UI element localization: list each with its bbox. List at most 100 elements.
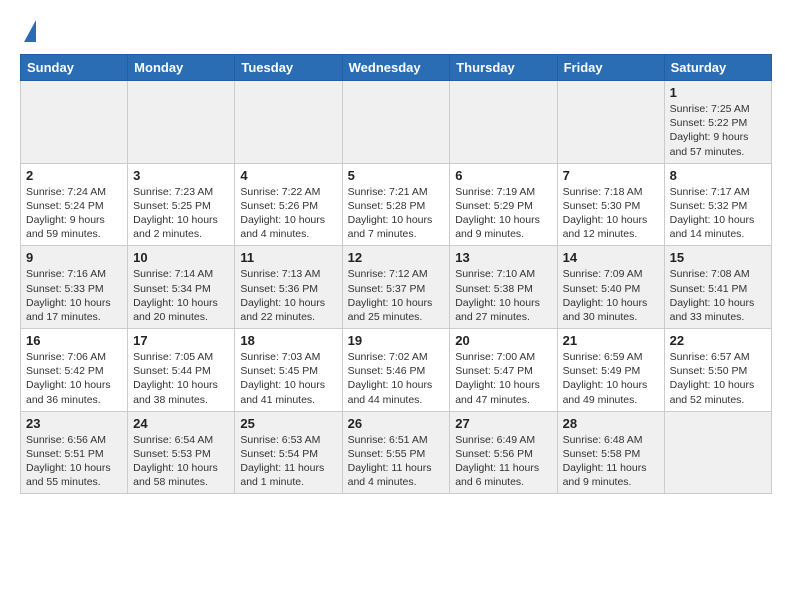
col-header-tuesday: Tuesday	[235, 55, 342, 81]
col-header-saturday: Saturday	[664, 55, 771, 81]
col-header-friday: Friday	[557, 55, 664, 81]
calendar-cell: 2Sunrise: 7:24 AM Sunset: 5:24 PM Daylig…	[21, 163, 128, 246]
day-info: Sunrise: 6:51 AM Sunset: 5:55 PM Dayligh…	[348, 433, 445, 490]
col-header-sunday: Sunday	[21, 55, 128, 81]
col-header-monday: Monday	[128, 55, 235, 81]
calendar-cell: 4 Sunrise: 7:22 AM Sunset: 5:26 PM Daylig…	[235, 163, 342, 246]
calendar-cell	[450, 81, 557, 164]
calendar-cell: 10 Sunrise: 7:14 AM Sunset: 5:34 PM Dayli…	[128, 246, 235, 329]
day-info: Sunrise: 7:09 AM Sunset: 5:40 PM Dayligh…	[563, 267, 659, 324]
col-header-thursday: Thursday	[450, 55, 557, 81]
calendar-cell: 7 Sunrise: 7:18 AM Sunset: 5:30 PM Daylig…	[557, 163, 664, 246]
day-info: Sunrise: 7:05 AM Sunset: 5:44 PM Dayligh…	[133, 350, 229, 407]
calendar-cell: 1 Sunrise: 7:25 AM Sunset: 5:22 PM Daylig…	[664, 81, 771, 164]
calendar-cell: 26 Sunrise: 6:51 AM Sunset: 5:55 PM Dayli…	[342, 411, 450, 494]
logo-triangle-icon	[24, 20, 36, 42]
day-number: 6	[455, 168, 551, 183]
calendar-cell: 20 Sunrise: 7:00 AM Sunset: 5:47 PM Dayli…	[450, 329, 557, 412]
day-number: 26	[348, 416, 445, 431]
day-info: Sunrise: 7:25 AM Sunset: 5:22 PM Dayligh…	[670, 102, 766, 159]
calendar-week-row: 23Sunrise: 6:56 AM Sunset: 5:51 PM Dayli…	[21, 411, 772, 494]
calendar-cell	[664, 411, 771, 494]
day-number: 14	[563, 250, 659, 265]
day-info: Sunrise: 7:16 AM Sunset: 5:33 PM Dayligh…	[26, 267, 122, 324]
calendar-week-row: 1 Sunrise: 7:25 AM Sunset: 5:22 PM Daylig…	[21, 81, 772, 164]
day-info: Sunrise: 7:13 AM Sunset: 5:36 PM Dayligh…	[240, 267, 336, 324]
day-info: Sunrise: 6:54 AM Sunset: 5:53 PM Dayligh…	[133, 433, 229, 490]
day-number: 21	[563, 333, 659, 348]
calendar-table: SundayMondayTuesdayWednesdayThursdayFrid…	[20, 54, 772, 494]
day-number: 3	[133, 168, 229, 183]
calendar-cell: 17 Sunrise: 7:05 AM Sunset: 5:44 PM Dayli…	[128, 329, 235, 412]
logo	[20, 18, 36, 42]
col-header-wednesday: Wednesday	[342, 55, 450, 81]
day-info: Sunrise: 7:00 AM Sunset: 5:47 PM Dayligh…	[455, 350, 551, 407]
calendar-week-row: 2Sunrise: 7:24 AM Sunset: 5:24 PM Daylig…	[21, 163, 772, 246]
day-number: 16	[26, 333, 122, 348]
day-number: 11	[240, 250, 336, 265]
calendar-cell: 25 Sunrise: 6:53 AM Sunset: 5:54 PM Dayli…	[235, 411, 342, 494]
day-info: Sunrise: 7:18 AM Sunset: 5:30 PM Dayligh…	[563, 185, 659, 242]
calendar-cell	[342, 81, 450, 164]
calendar-cell: 24 Sunrise: 6:54 AM Sunset: 5:53 PM Dayli…	[128, 411, 235, 494]
day-number: 28	[563, 416, 659, 431]
day-info: Sunrise: 7:03 AM Sunset: 5:45 PM Dayligh…	[240, 350, 336, 407]
day-info: Sunrise: 7:02 AM Sunset: 5:46 PM Dayligh…	[348, 350, 445, 407]
day-info: Sunrise: 7:23 AM Sunset: 5:25 PM Dayligh…	[133, 185, 229, 242]
calendar-cell: 19 Sunrise: 7:02 AM Sunset: 5:46 PM Dayli…	[342, 329, 450, 412]
day-number: 23	[26, 416, 122, 431]
day-info: Sunrise: 7:14 AM Sunset: 5:34 PM Dayligh…	[133, 267, 229, 324]
calendar-cell: 15 Sunrise: 7:08 AM Sunset: 5:41 PM Dayli…	[664, 246, 771, 329]
day-info: Sunrise: 6:48 AM Sunset: 5:58 PM Dayligh…	[563, 433, 659, 490]
calendar-cell: 9 Sunrise: 7:16 AM Sunset: 5:33 PM Daylig…	[21, 246, 128, 329]
day-number: 15	[670, 250, 766, 265]
calendar-page: SundayMondayTuesdayWednesdayThursdayFrid…	[0, 0, 792, 504]
day-number: 19	[348, 333, 445, 348]
calendar-cell: 27Sunrise: 6:49 AM Sunset: 5:56 PM Dayli…	[450, 411, 557, 494]
calendar-cell: 14 Sunrise: 7:09 AM Sunset: 5:40 PM Dayli…	[557, 246, 664, 329]
calendar-cell: 6Sunrise: 7:19 AM Sunset: 5:29 PM Daylig…	[450, 163, 557, 246]
calendar-cell: 18Sunrise: 7:03 AM Sunset: 5:45 PM Dayli…	[235, 329, 342, 412]
calendar-cell	[557, 81, 664, 164]
day-number: 10	[133, 250, 229, 265]
day-info: Sunrise: 7:24 AM Sunset: 5:24 PM Dayligh…	[26, 185, 122, 242]
day-number: 12	[348, 250, 445, 265]
day-number: 7	[563, 168, 659, 183]
calendar-cell: 21 Sunrise: 6:59 AM Sunset: 5:49 PM Dayli…	[557, 329, 664, 412]
day-info: Sunrise: 7:21 AM Sunset: 5:28 PM Dayligh…	[348, 185, 445, 242]
calendar-cell: 11 Sunrise: 7:13 AM Sunset: 5:36 PM Dayli…	[235, 246, 342, 329]
calendar-cell: 12 Sunrise: 7:12 AM Sunset: 5:37 PM Dayli…	[342, 246, 450, 329]
header	[20, 18, 772, 42]
calendar-cell: 23Sunrise: 6:56 AM Sunset: 5:51 PM Dayli…	[21, 411, 128, 494]
calendar-cell: 8 Sunrise: 7:17 AM Sunset: 5:32 PM Daylig…	[664, 163, 771, 246]
day-info: Sunrise: 6:57 AM Sunset: 5:50 PM Dayligh…	[670, 350, 766, 407]
day-info: Sunrise: 6:59 AM Sunset: 5:49 PM Dayligh…	[563, 350, 659, 407]
day-number: 20	[455, 333, 551, 348]
calendar-week-row: 9 Sunrise: 7:16 AM Sunset: 5:33 PM Daylig…	[21, 246, 772, 329]
calendar-cell: 22Sunrise: 6:57 AM Sunset: 5:50 PM Dayli…	[664, 329, 771, 412]
calendar-cell: 5 Sunrise: 7:21 AM Sunset: 5:28 PM Daylig…	[342, 163, 450, 246]
day-info: Sunrise: 7:10 AM Sunset: 5:38 PM Dayligh…	[455, 267, 551, 324]
day-number: 1	[670, 85, 766, 100]
day-number: 13	[455, 250, 551, 265]
day-number: 17	[133, 333, 229, 348]
day-number: 9	[26, 250, 122, 265]
day-info: Sunrise: 7:08 AM Sunset: 5:41 PM Dayligh…	[670, 267, 766, 324]
day-info: Sunrise: 7:17 AM Sunset: 5:32 PM Dayligh…	[670, 185, 766, 242]
calendar-cell	[128, 81, 235, 164]
calendar-cell: 28 Sunrise: 6:48 AM Sunset: 5:58 PM Dayli…	[557, 411, 664, 494]
calendar-cell: 3 Sunrise: 7:23 AM Sunset: 5:25 PM Daylig…	[128, 163, 235, 246]
day-info: Sunrise: 7:06 AM Sunset: 5:42 PM Dayligh…	[26, 350, 122, 407]
calendar-week-row: 16 Sunrise: 7:06 AM Sunset: 5:42 PM Dayli…	[21, 329, 772, 412]
calendar-header-row: SundayMondayTuesdayWednesdayThursdayFrid…	[21, 55, 772, 81]
day-number: 5	[348, 168, 445, 183]
day-number: 8	[670, 168, 766, 183]
day-info: Sunrise: 6:53 AM Sunset: 5:54 PM Dayligh…	[240, 433, 336, 490]
day-number: 4	[240, 168, 336, 183]
calendar-cell	[235, 81, 342, 164]
day-number: 25	[240, 416, 336, 431]
day-info: Sunrise: 7:12 AM Sunset: 5:37 PM Dayligh…	[348, 267, 445, 324]
day-info: Sunrise: 7:22 AM Sunset: 5:26 PM Dayligh…	[240, 185, 336, 242]
day-number: 24	[133, 416, 229, 431]
day-number: 27	[455, 416, 551, 431]
